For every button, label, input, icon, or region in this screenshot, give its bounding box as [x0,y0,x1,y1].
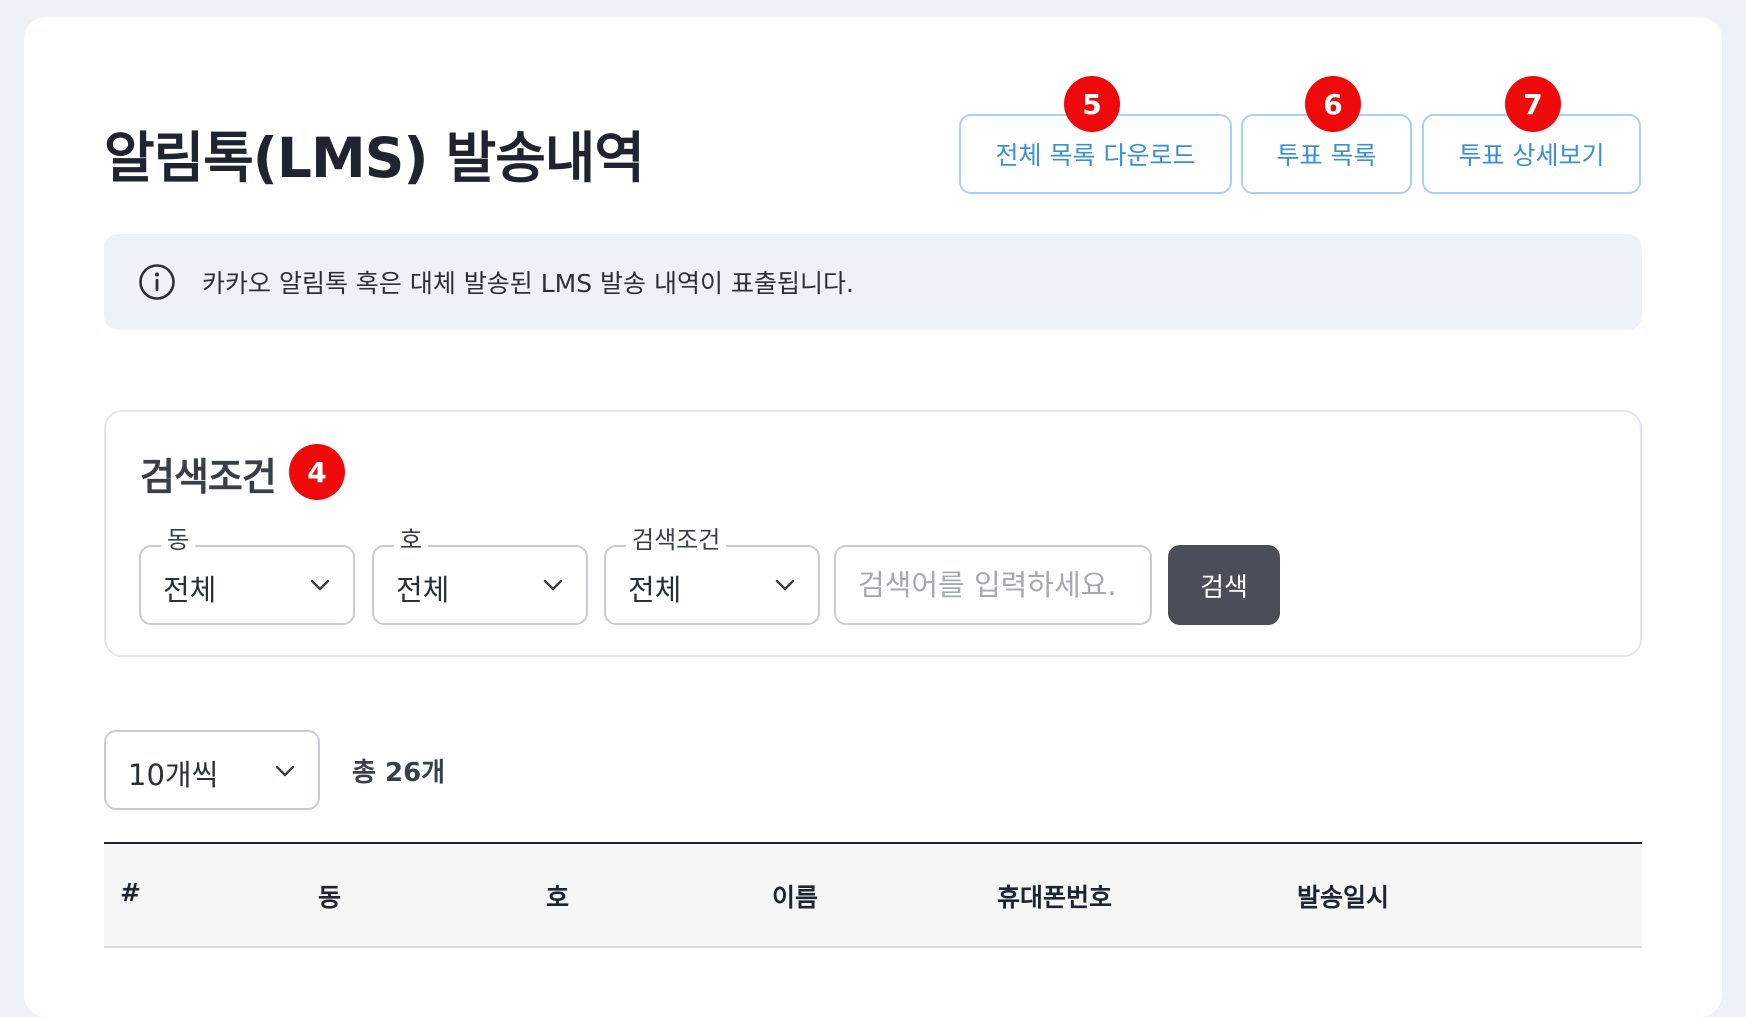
condition-select-value: 전체 [628,573,682,607]
page-title: 알림톡(LMS) 발송내역 [104,126,645,190]
notice-banner: 카카오 알림톡 혹은 대체 발송된 LMS 발송 내역이 표출됩니다. [104,234,1642,330]
column-header-sent-at: 발송일시 [1297,883,1390,912]
search-panel: 검색조건 4 동 전체 호 전체 검색조건 전체 검색 [104,410,1642,657]
dong-select[interactable]: 동 전체 [139,525,355,625]
annotation-badge-6: 6 [1305,76,1361,132]
dong-select-label: 동 [161,525,196,555]
ho-select[interactable]: 호 전체 [372,525,588,625]
chevron-down-icon [275,765,295,777]
column-header-name: 이름 [772,883,819,912]
search-keyword-input[interactable] [834,545,1152,625]
column-header-dong: 동 [318,883,342,912]
notice-text: 카카오 알림톡 혹은 대체 발송된 LMS 발송 내역이 표출됩니다. [202,269,854,298]
info-circle-icon [139,264,175,300]
page-size-select[interactable]: 10개씩 [104,730,320,810]
table-header: # 동 호 이름 휴대폰번호 발송일시 [104,842,1642,948]
total-count: 총 26개 [352,758,446,788]
column-header-number: # [120,878,141,907]
annotation-badge-4: 4 [289,444,345,500]
column-header-phone: 휴대폰번호 [997,883,1113,912]
search-panel-title: 검색조건 [140,455,277,499]
page-size-value: 10개씩 [128,758,219,792]
dong-select-value: 전체 [163,573,217,607]
chevron-down-icon [543,579,563,591]
column-header-ho: 호 [546,883,570,912]
condition-select[interactable]: 검색조건 전체 [604,525,820,625]
search-button[interactable]: 검색 [1168,545,1280,625]
ho-select-label: 호 [394,525,429,555]
chevron-down-icon [310,579,330,591]
annotation-badge-5: 5 [1064,76,1120,132]
annotation-badge-7: 7 [1505,76,1561,132]
condition-select-label: 검색조건 [626,525,727,555]
ho-select-value: 전체 [396,573,450,607]
chevron-down-icon [775,579,795,591]
